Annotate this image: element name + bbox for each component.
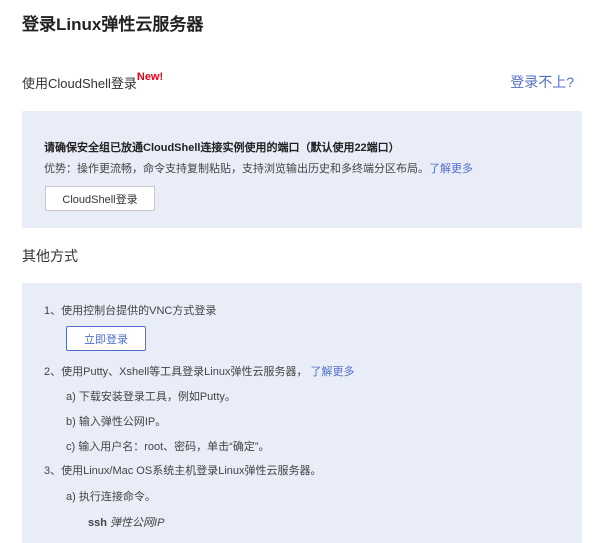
tools-learn-more-link[interactable]: 了解更多 bbox=[311, 366, 355, 378]
ssh-argument: 弹性公网IP bbox=[110, 517, 165, 529]
cant-login-link[interactable]: 登录不上? bbox=[510, 72, 574, 92]
step-2b: b) 输入弹性公网IP。 bbox=[66, 416, 167, 428]
advantage-label: 优势：操作更流畅，命令支持复制粘贴，支持浏览输出历史和多终端分区布局。 bbox=[44, 163, 429, 175]
learn-more-link[interactable]: 了解更多 bbox=[429, 163, 473, 175]
vnc-step: 1、使用控制台提供的VNC方式登录 bbox=[44, 305, 217, 317]
cloudshell-heading: 使用CloudShell登录New! bbox=[22, 71, 164, 92]
ssh-command: ssh 弹性公网IP bbox=[88, 514, 164, 530]
login-now-button[interactable]: 立即登录 bbox=[66, 326, 146, 351]
dialog-title: 登录Linux弹性云服务器 bbox=[22, 15, 204, 34]
step-3a: a) 执行连接命令。 bbox=[66, 491, 156, 503]
advantage-text: 优势：操作更流畅，命令支持复制粘贴，支持浏览输出历史和多终端分区布局。了解更多 bbox=[44, 160, 473, 176]
ssh-keyword: ssh bbox=[88, 517, 107, 529]
cloudshell-heading-text: 使用CloudShell登录 bbox=[22, 76, 137, 91]
linux-step: 3、使用Linux/Mac OS系统主机登录Linux弹性云服务器。 bbox=[44, 465, 322, 477]
other-methods-heading: 其他方式 bbox=[22, 248, 78, 264]
step-2c: c) 输入用户名：root、密码，单击“确定”。 bbox=[66, 441, 270, 453]
tools-step-text: 2、使用Putty、Xshell等工具登录Linux弹性云服务器， bbox=[44, 366, 308, 378]
tools-step: 2、使用Putty、Xshell等工具登录Linux弹性云服务器， 了解更多 bbox=[44, 363, 355, 379]
new-badge: New! bbox=[136, 71, 164, 83]
cloudshell-login-button[interactable]: CloudShell登录 bbox=[45, 186, 155, 211]
step-2a: a) 下载安装登录工具，例如Putty。 bbox=[66, 391, 236, 403]
port-warning: 请确保安全组已放通CloudShell连接实例使用的端口（默认使用22端口） bbox=[44, 142, 400, 154]
